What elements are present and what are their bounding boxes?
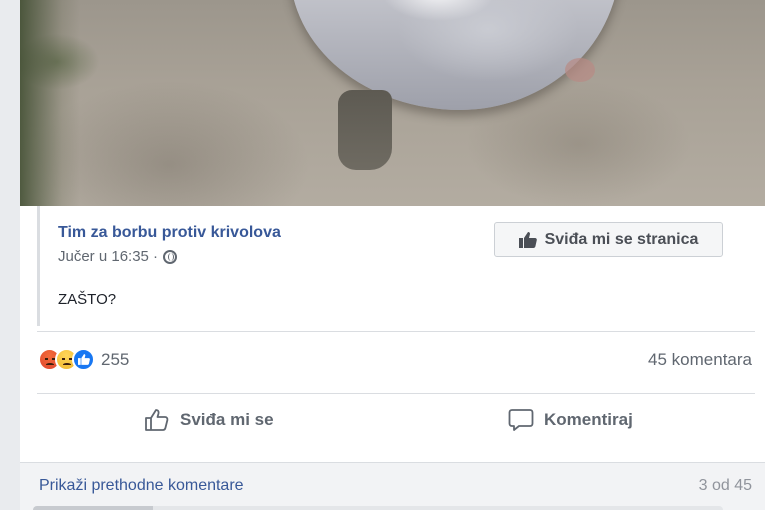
photo-grass — [20, 0, 80, 206]
show-previous-comments-link[interactable]: Prikaži prethodne komentare — [39, 477, 244, 495]
like-button[interactable]: Sviđa mi se — [144, 408, 274, 432]
post-card: Tim za borbu protiv krivolova Jučer u 16… — [20, 0, 765, 510]
like-page-label: Sviđa mi se stranica — [544, 230, 699, 248]
photo-tortoise-tail — [565, 58, 595, 82]
like-reaction-icon — [72, 348, 95, 371]
comment-button-label: Komentiraj — [544, 410, 633, 429]
like-page-button[interactable]: Sviđa mi se stranica — [494, 222, 723, 257]
comments-count-link[interactable]: 45 komentara — [648, 350, 752, 370]
comments-counter: 3 od 45 — [698, 477, 752, 494]
post-meta: Jučer u 16:35 · — [58, 248, 178, 265]
photo-tortoise-leg — [338, 90, 392, 170]
divider — [37, 331, 755, 332]
divider — [37, 393, 755, 394]
post-text: ZAŠTO? — [58, 291, 117, 308]
photo-tortoise-shell — [290, 0, 620, 110]
reaction-count: 255 — [101, 349, 130, 369]
speech-bubble-icon — [508, 409, 534, 431]
thumbs-up-icon — [518, 231, 537, 248]
globe-icon[interactable] — [163, 249, 178, 264]
comment-preview — [33, 506, 723, 510]
post-photo[interactable] — [20, 0, 765, 206]
comments-bar: Prikaži prethodne komentare 3 od 45 — [20, 462, 765, 510]
reactions-summary[interactable]: 255 — [38, 348, 129, 371]
like-button-label: Sviđa mi se — [180, 410, 274, 429]
thumbs-up-outline-icon — [145, 409, 169, 431]
post-timestamp[interactable]: Jučer u 16:35 · — [58, 248, 158, 265]
page-name-link[interactable]: Tim za borbu protiv krivolova — [58, 224, 281, 242]
comment-button[interactable]: Komentiraj — [508, 408, 633, 432]
